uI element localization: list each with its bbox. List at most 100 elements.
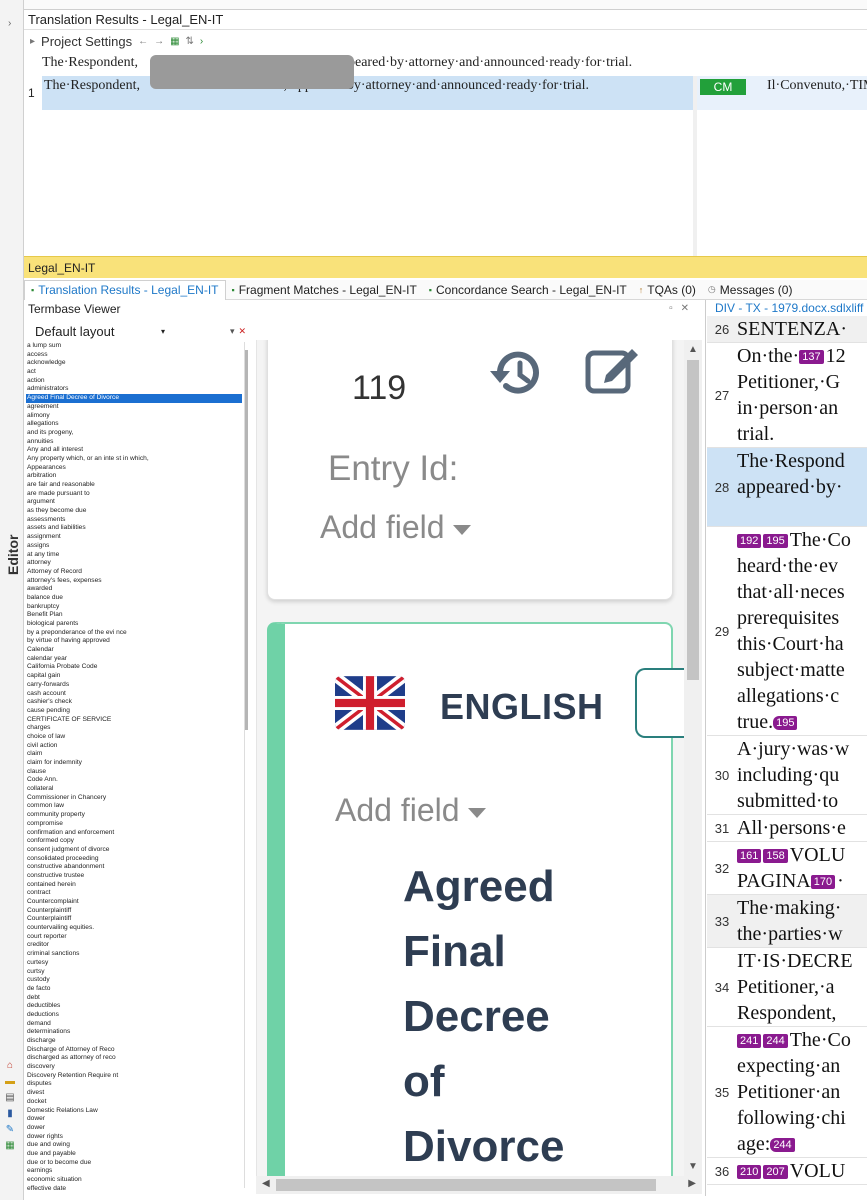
term-list-item[interactable]: collateral xyxy=(26,785,242,794)
term-list-item[interactable]: by a preponderance of the evi nce xyxy=(26,629,242,638)
editor-segment-row[interactable]: 33 The·making· the·parties·w xyxy=(707,895,867,948)
term-list-item[interactable]: agreement xyxy=(26,403,242,412)
term-list-item[interactable]: attorney's fees, expenses xyxy=(26,577,242,586)
add-field-button[interactable]: Add field xyxy=(320,509,471,546)
term-list-item[interactable]: arbitration xyxy=(26,472,242,481)
editor-segment-row[interactable]: 28 The·Respond appeared·by· xyxy=(707,448,867,527)
term-list-item[interactable]: economic situation xyxy=(26,1176,242,1185)
term-list-item[interactable]: Code Ann. xyxy=(26,776,242,785)
term-list-item[interactable]: effective date xyxy=(26,1185,242,1192)
term-list-item[interactable]: Agreed Final Decree of Divorce xyxy=(26,394,242,403)
segment-source-text[interactable]: A·jury·was·w including·qu submitted·to xyxy=(737,736,867,814)
grid-icon[interactable]: ▦ xyxy=(170,36,179,47)
results-splitter[interactable] xyxy=(693,76,697,256)
term-list-item[interactable]: Any and all interest xyxy=(26,446,242,455)
term-list-item[interactable]: debt xyxy=(26,994,242,1003)
term-list-item[interactable]: annuities xyxy=(26,438,242,447)
home-icon[interactable]: ⌂ xyxy=(4,1060,16,1072)
term-list-item[interactable]: Any property which, or an inte st in whi… xyxy=(26,455,242,464)
editor-segment-row[interactable]: 32 161 158 VOLU PAGINA 170 · xyxy=(707,842,867,895)
term-list-item[interactable]: deductions xyxy=(26,1011,242,1020)
term-list-item[interactable]: argument xyxy=(26,498,242,507)
term-list-item[interactable]: and its progeny, xyxy=(26,429,242,438)
term-list-item[interactable]: assigns xyxy=(26,542,242,551)
segment-source-text[interactable]: IT·IS·DECRE Petitioner,·a Respondent, xyxy=(737,948,867,1026)
term-list-item[interactable]: discovery xyxy=(26,1063,242,1072)
entry-vertical-scrollbar[interactable]: ▲ ▼ xyxy=(684,340,702,1176)
segment-source-text[interactable]: 241 244 The·Co expecting·an Petitioner·an fol… xyxy=(737,1027,867,1157)
term-list-item[interactable]: civil action xyxy=(26,742,242,751)
term-list-item[interactable]: demand xyxy=(26,1020,242,1029)
term-list-item[interactable]: Discovery Retention Require nt xyxy=(26,1072,242,1081)
term-list-item[interactable]: constructive trustee xyxy=(26,872,242,881)
scrollbar-thumb[interactable] xyxy=(687,360,699,680)
scroll-up-icon[interactable]: ▲ xyxy=(688,344,698,355)
term-list-item[interactable]: Appearances xyxy=(26,464,242,473)
term-list-item[interactable]: access xyxy=(26,351,242,360)
term-list-item[interactable]: Commissioner in Chancery xyxy=(26,794,242,803)
segment-source-text[interactable]: 161 158 VOLU PAGINA 170 · xyxy=(737,842,867,894)
next-chevron-icon[interactable]: › xyxy=(200,36,203,47)
term-list-item[interactable]: CERTIFICATE OF SERVICE xyxy=(26,716,242,725)
term-list-item[interactable]: Benefit Plan xyxy=(26,611,242,620)
history-icon[interactable] xyxy=(490,347,544,399)
term-list-item[interactable]: cash account xyxy=(26,690,242,699)
tab-tqas[interactable]: ↑ TQAs (0) xyxy=(633,280,702,300)
term-list-scrollbar[interactable] xyxy=(244,342,248,1188)
segment-source-text[interactable]: On·the· 137 12 Petitioner,·G in·person·an tri… xyxy=(737,343,867,447)
term-list-item[interactable]: assessments xyxy=(26,516,242,525)
term-list-item[interactable]: claim xyxy=(26,750,242,759)
term-list-item[interactable]: de facto xyxy=(26,985,242,994)
scroll-right-icon[interactable]: ▶ xyxy=(688,1178,696,1189)
folder-icon[interactable]: ▬ xyxy=(4,1076,16,1088)
tab-fragment-matches[interactable]: ▪ Fragment Matches - Legal_EN-IT xyxy=(226,280,423,300)
term-list-item[interactable]: a lump sum xyxy=(26,342,242,351)
term-list-item[interactable]: community property xyxy=(26,811,242,820)
term-list-item[interactable]: capital gain xyxy=(26,672,242,681)
term-list-item[interactable]: carry-forwards xyxy=(26,681,242,690)
side-action-button[interactable] xyxy=(635,668,684,738)
term-list-item[interactable]: Calendar xyxy=(26,646,242,655)
editor-segment-row[interactable]: 36 210 207 VOLU xyxy=(707,1158,867,1185)
editor-segment-row[interactable]: 31 All·persons·e xyxy=(707,815,867,842)
layout-select[interactable]: Default layout ▾ xyxy=(28,322,168,340)
term-list-item[interactable]: Countercomplaint xyxy=(26,898,242,907)
term-list-item[interactable]: countervailing equities. xyxy=(26,924,242,933)
scroll-down-icon[interactable]: ▼ xyxy=(688,1161,698,1172)
document-icon[interactable]: ▤ xyxy=(4,1092,16,1104)
sort-icon[interactable]: ⇅ xyxy=(186,36,194,47)
term-list-item[interactable]: cause pending xyxy=(26,707,242,716)
edit-icon[interactable] xyxy=(584,341,642,395)
segment-source-text[interactable]: The·making· the·parties·w xyxy=(737,895,867,947)
delete-layout-icon[interactable]: ✕ xyxy=(239,326,247,337)
term-list-item[interactable]: dower rights xyxy=(26,1133,242,1142)
term-list-item[interactable]: as they become due xyxy=(26,507,242,516)
segment-source-text[interactable]: 210 207 VOLU xyxy=(737,1158,867,1184)
term-list-item[interactable]: consolidated proceeding xyxy=(26,855,242,864)
editor-segment-row[interactable]: 29 192 195 The·Co heard·the·ev that·all·neces… xyxy=(707,527,867,736)
segment-source-text[interactable]: All·persons·e xyxy=(737,815,867,841)
term-list-item[interactable]: choice of law xyxy=(26,733,242,742)
segment-source-text[interactable]: 192 195 The·Co heard·the·ev that·all·neces pr… xyxy=(737,527,867,735)
scrollbar-thumb[interactable] xyxy=(276,1179,656,1191)
term-list-item[interactable]: constructive abandonment xyxy=(26,863,242,872)
term-list-item[interactable]: due or to become due xyxy=(26,1159,242,1168)
entry-horizontal-scrollbar[interactable]: ◀ ▶ xyxy=(256,1176,702,1194)
editor-segment-row[interactable]: 35 241 244 The·Co expecting·an Petitioner·an f… xyxy=(707,1027,867,1158)
term-list-item[interactable]: curtesy xyxy=(26,959,242,968)
term-list-item[interactable]: bankruptcy xyxy=(26,603,242,612)
pen-icon[interactable]: ✎ xyxy=(4,1124,16,1136)
editor-segment-row[interactable]: 30 A·jury·was·w including·qu submitted·to xyxy=(707,736,867,815)
term-list-item[interactable]: assets and liabilities xyxy=(26,524,242,533)
editor-file-title[interactable]: DIV - TX - 1979.docx.sdlxliff [ xyxy=(707,300,867,316)
term-list-item[interactable]: claim for indemnity xyxy=(26,759,242,768)
term-list-item[interactable]: administrators xyxy=(26,385,242,394)
term-list-item[interactable]: at any time xyxy=(26,551,242,560)
term-list-item[interactable]: allegations xyxy=(26,420,242,429)
term-list-item[interactable]: assignment xyxy=(26,533,242,542)
term-list-item[interactable]: confirmation and enforcement xyxy=(26,829,242,838)
term-list-item[interactable]: dower xyxy=(26,1115,242,1124)
term-list-item[interactable]: discharge xyxy=(26,1037,242,1046)
term-list-item[interactable]: dower xyxy=(26,1124,242,1133)
term-list-item[interactable]: Counterplaintiff xyxy=(26,907,242,916)
